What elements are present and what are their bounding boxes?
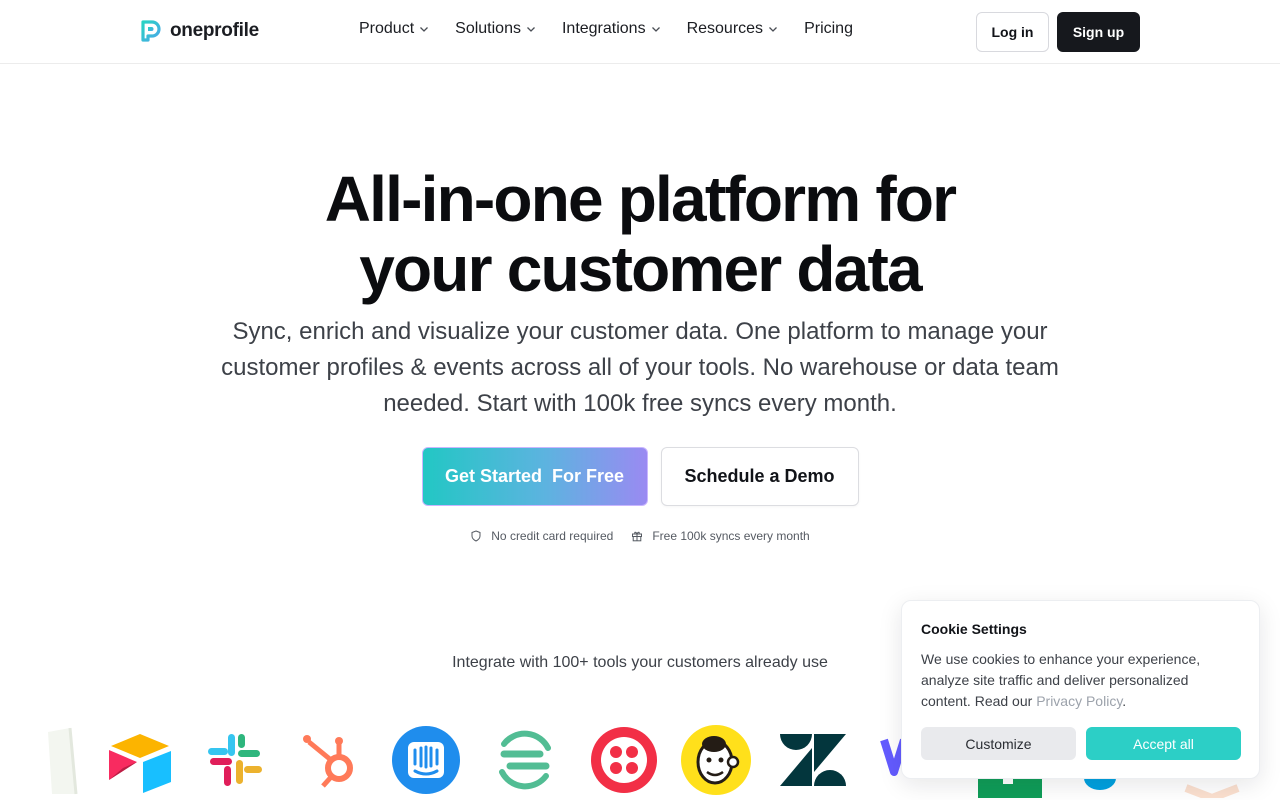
- nav-item-pricing[interactable]: Pricing: [804, 20, 853, 38]
- brand-logo[interactable]: oneprofile: [139, 19, 259, 43]
- chevron-down-icon: [527, 27, 535, 32]
- nav-item-integrations[interactable]: Integrations: [562, 20, 661, 38]
- nav-item-label: Solutions: [455, 20, 521, 37]
- cookie-text: We use cookies to enhance your experienc…: [921, 649, 1241, 712]
- perk-label: Free 100k syncs every month: [652, 529, 810, 543]
- perk-label: No credit card required: [491, 529, 614, 543]
- slack-logo-icon: [200, 722, 270, 798]
- mailchimp-logo-icon: [681, 722, 751, 798]
- hero-cta-group: Get Started For Free Schedule a Demo: [0, 447, 1280, 506]
- schedule-demo-button[interactable]: Schedule a Demo: [660, 447, 859, 506]
- cookie-title: Cookie Settings: [921, 621, 1027, 637]
- login-button[interactable]: Log in: [976, 12, 1049, 52]
- get-started-button[interactable]: Get Started For Free: [421, 447, 648, 506]
- hero-title: All-in-one platform for your customer da…: [0, 164, 1280, 304]
- hero-title-line-2: your customer data: [359, 233, 922, 305]
- perk-no-credit-card: No credit card required: [470, 529, 613, 543]
- nav-item-resources[interactable]: Resources: [687, 20, 778, 38]
- main-nav: Product Solutions Integrations Resources…: [359, 20, 853, 38]
- cookie-actions: Customize Accept all: [921, 727, 1241, 760]
- chevron-down-icon: [651, 27, 660, 32]
- brand-name: oneprofile: [170, 20, 259, 41]
- nav-item-solutions[interactable]: Solutions: [455, 20, 536, 38]
- hero-title-line-1: All-in-one platform for: [324, 163, 957, 235]
- nav-item-label: Resources: [686, 20, 764, 37]
- twilio-logo-icon: [589, 722, 659, 798]
- perk-free-syncs: Free 100k syncs every month: [631, 529, 810, 543]
- nav-item-product[interactable]: Product: [359, 20, 429, 38]
- customize-cookies-button[interactable]: Customize: [921, 727, 1076, 760]
- hubspot-logo-icon: [295, 722, 365, 798]
- nav-item-label: Integrations: [561, 20, 646, 37]
- intercom-logo-icon: [391, 722, 461, 798]
- signup-button[interactable]: Sign up: [1057, 12, 1140, 52]
- airtable-logo-icon: [105, 722, 175, 798]
- site-header: oneprofile Product Solutions Integration…: [0, 0, 1280, 64]
- chevron-down-icon: [420, 27, 429, 32]
- segment-logo-icon: [490, 722, 560, 798]
- zendesk-logo-icon: [778, 722, 848, 798]
- nav-item-label: Product: [359, 20, 415, 37]
- gift-icon: [632, 531, 643, 542]
- hero-perks: No credit card required Free 100k syncs …: [0, 529, 1280, 543]
- nav-item-label: Pricing: [804, 20, 853, 37]
- chevron-down-icon: [769, 27, 778, 32]
- cookie-text-end: .: [1122, 693, 1127, 709]
- cookie-banner: Cookie Settings We use cookies to enhanc…: [901, 600, 1260, 779]
- oneprofile-logo-icon: [141, 20, 161, 42]
- shield-icon: [471, 530, 481, 542]
- shopify-logo-icon: [30, 722, 100, 798]
- hero-subtitle: Sync, enrich and visualize your customer…: [221, 318, 1059, 417]
- accept-all-cookies-button[interactable]: Accept all: [1086, 727, 1241, 760]
- privacy-policy-link[interactable]: Privacy Policy: [1036, 693, 1122, 709]
